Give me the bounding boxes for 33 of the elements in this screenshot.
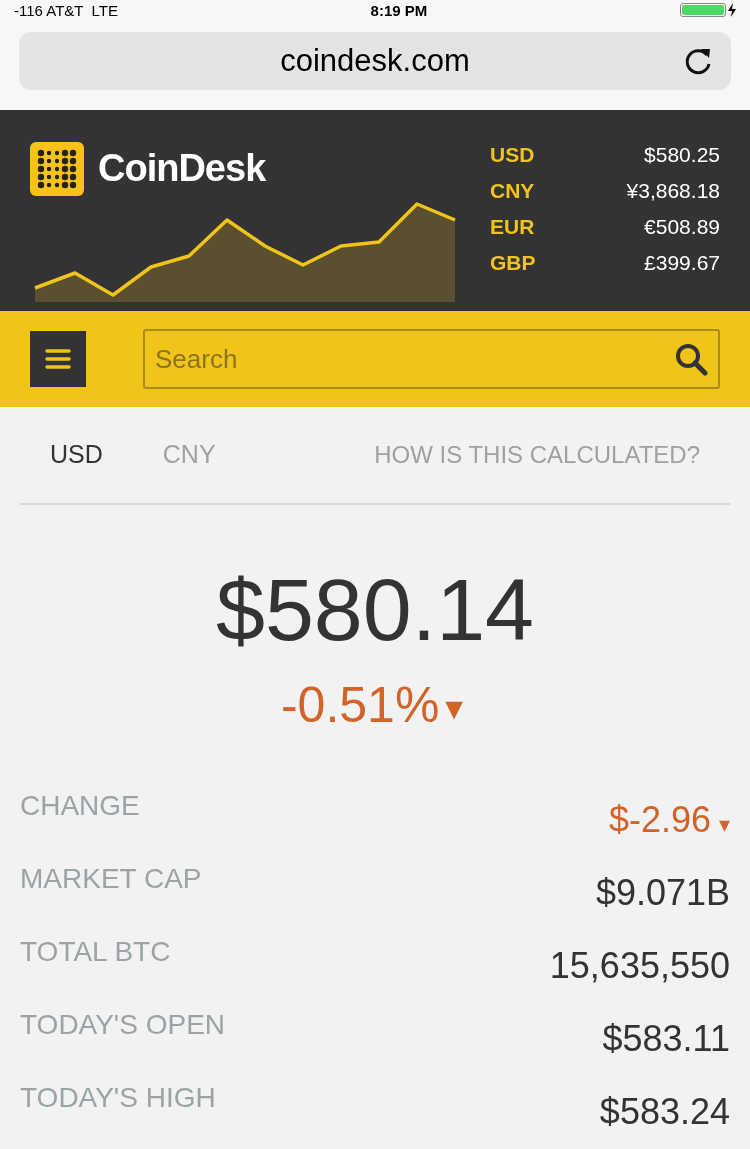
- percent-change: -0.51%▼: [280, 676, 470, 735]
- currency-code: GBP: [490, 250, 536, 276]
- stat-value: 15,635,550: [549, 943, 730, 988]
- network-label: LTE: [91, 2, 118, 18]
- search-field[interactable]: Search: [143, 329, 720, 389]
- stat-label: TODAY'S HIGH: [20, 1080, 216, 1115]
- clock: 8:19 PM: [370, 2, 428, 18]
- search-icon[interactable]: [674, 342, 708, 376]
- logo-text[interactable]: CoinDesk: [98, 140, 266, 197]
- stat-label: TOTAL BTC: [20, 934, 171, 969]
- currency-tab[interactable]: USD: [20, 428, 133, 482]
- url-text: coindesk.com: [280, 41, 470, 80]
- menu-icon: [45, 349, 71, 369]
- stat-value: $583.24: [599, 1089, 730, 1134]
- address-bar[interactable]: coindesk.com: [19, 32, 731, 90]
- exchange-rate: $580.25: [644, 142, 720, 168]
- price-value: $580.14: [215, 559, 535, 661]
- currency-code: USD: [490, 142, 535, 168]
- carrier-label: -116 AT&T: [14, 2, 84, 18]
- exchange-rate: ¥3,868.18: [626, 178, 720, 204]
- exchange-rate: €508.89: [644, 214, 720, 240]
- currency-code: CNY: [490, 178, 535, 204]
- stat-value: $-2.96 ▾: [608, 797, 730, 842]
- stat-label: TODAY'S OPEN: [20, 1007, 226, 1042]
- stat-value: $9.071B: [595, 870, 730, 915]
- stat-label: MARKET CAP: [20, 861, 202, 896]
- exchange-rate: £399.67: [644, 250, 720, 276]
- battery-icon: [680, 3, 726, 17]
- currency-code: EUR: [490, 214, 535, 240]
- stat-value: $583.11: [602, 1016, 730, 1061]
- logo-icon: [30, 141, 84, 196]
- stat-label: CHANGE: [20, 788, 140, 823]
- menu-button[interactable]: [30, 331, 86, 387]
